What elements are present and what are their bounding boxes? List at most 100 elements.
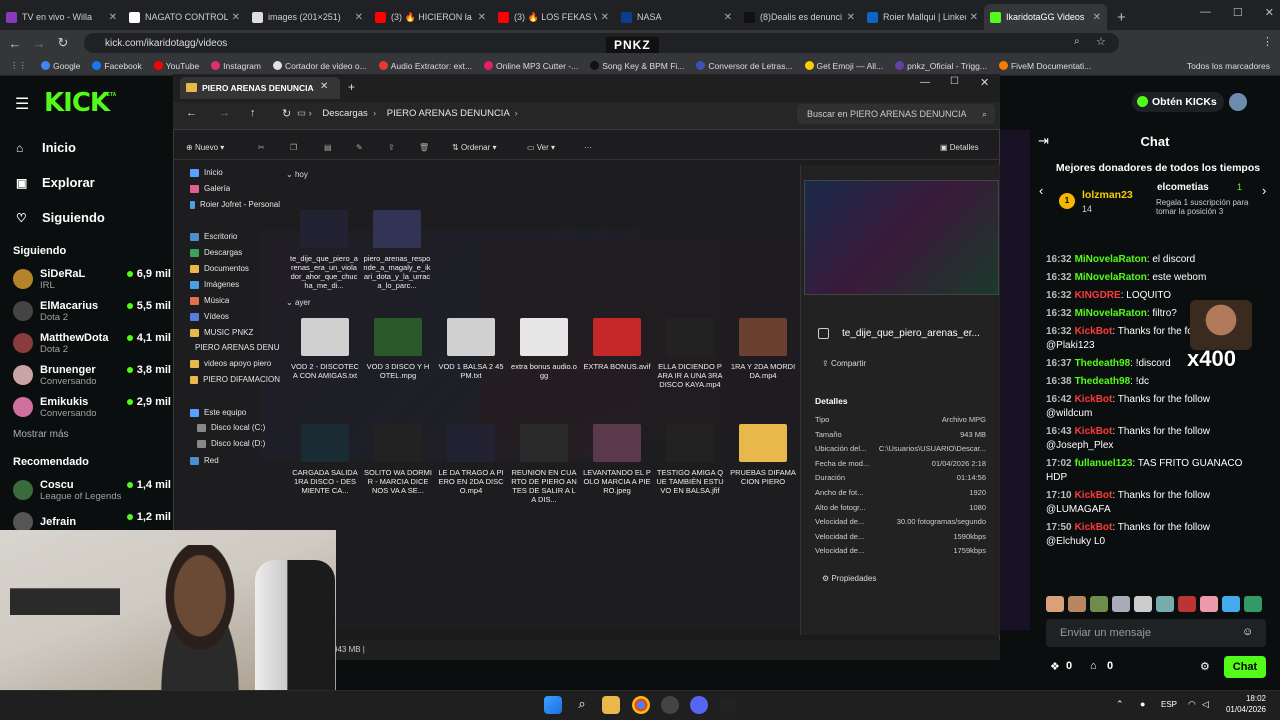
browser-tab[interactable]: (3) 🔥 LOS FEKAS VS ✕ xyxy=(492,4,615,30)
file-item[interactable]: piero_arenas_responde_a_magaly_e_ikari_d… xyxy=(363,210,431,290)
send-chat-button[interactable]: Chat xyxy=(1224,656,1266,678)
file-item[interactable]: extra bonus audio.ogg xyxy=(510,318,578,380)
nav-inicio[interactable]: ⌂ Inicio xyxy=(0,130,175,165)
message-user[interactable]: KickBot xyxy=(1075,490,1113,501)
sidebar-item[interactable]: videos apoyo piero xyxy=(190,359,271,368)
bookmark-item[interactable]: Audio Extractor: ext... xyxy=(378,61,472,71)
bookmark-item[interactable]: FiveM Documentati... xyxy=(998,61,1091,71)
tab-close-icon[interactable]: ✕ xyxy=(1093,12,1101,23)
message-user[interactable]: MiNovelaRaton xyxy=(1075,254,1147,265)
channel-item[interactable]: Brunenger Conversando 3,8 mil xyxy=(0,359,175,391)
channel-item[interactable]: Coscu League of Legends 1,4 mil xyxy=(0,474,175,506)
sidebar-item[interactable]: MUSIC PNKZ xyxy=(190,328,253,337)
tab-close-icon[interactable]: ✕ xyxy=(847,12,855,23)
copy-icon[interactable]: ❐ xyxy=(290,143,297,152)
group-yesterday[interactable]: ⌄ ayer xyxy=(286,298,311,307)
file-explorer-taskbar-icon[interactable] xyxy=(602,696,620,714)
browser-tab[interactable]: NAGATO CONTROLA ✕ xyxy=(123,4,246,30)
tab-close-icon[interactable]: ✕ xyxy=(355,12,363,23)
bookmark-item[interactable]: Google xyxy=(41,61,80,71)
file-item[interactable]: CARGADA SALIDA 1RA DISCO - DESMIENTE CA.… xyxy=(291,424,359,495)
sidebar-item[interactable]: Galería xyxy=(190,184,230,193)
back-icon[interactable]: ← xyxy=(3,36,27,51)
bookmark-star-icon[interactable]: ☆ xyxy=(1096,35,1106,48)
browser-tab[interactable]: TV en vivo - Willa ✕ xyxy=(0,4,123,30)
file-item[interactable]: VOD 3 DISCO Y HOTEL.mpg xyxy=(364,318,432,380)
sidebar-item[interactable]: Este equipo xyxy=(190,408,246,417)
explorer-forward-icon[interactable]: → xyxy=(219,107,230,119)
bookmark-item[interactable]: pnkz_Oficial - Trigg... xyxy=(895,61,987,71)
discord-taskbar-icon[interactable] xyxy=(690,696,708,714)
share-button[interactable]: ⇪ Compartir xyxy=(822,359,866,368)
close-tab-icon[interactable]: ✕ xyxy=(320,81,328,92)
explorer-back-icon[interactable]: ← xyxy=(186,107,197,119)
browser-tab[interactable]: NASA ✕ xyxy=(615,4,738,30)
view-button[interactable]: ▭ Ver ▾ xyxy=(527,143,555,152)
tab-close-icon[interactable]: ✕ xyxy=(232,12,240,23)
emoji-picker-icon[interactable]: ☺ xyxy=(1242,626,1253,638)
file-item[interactable]: EXTRA BONUS.avif xyxy=(583,318,651,371)
cut-icon[interactable]: ✂ xyxy=(258,143,265,152)
tab-close-icon[interactable]: ✕ xyxy=(601,12,609,23)
explorer-search-input[interactable]: Buscar en PIERO ARENAS DENUNCIA ⌕ xyxy=(797,104,995,124)
nav-siguiendo[interactable]: ♡ Siguiendo xyxy=(0,200,175,235)
new-button[interactable]: ⊕ Nuevo ▾ xyxy=(186,143,224,152)
message-user[interactable]: Thedeath98 xyxy=(1075,376,1131,387)
close-icon[interactable]: ✕ xyxy=(1265,6,1274,19)
sidebar-item[interactable]: PIERO DIFAMACION xyxy=(190,375,280,384)
new-tab-button[interactable]: + xyxy=(1107,9,1136,30)
emote-icon[interactable] xyxy=(1090,596,1108,612)
tab-close-icon[interactable]: ✕ xyxy=(109,12,117,23)
nav-explorar[interactable]: ▣ Explorar xyxy=(0,165,175,200)
emote-icon[interactable] xyxy=(1222,596,1240,612)
reload-icon[interactable]: ↻ xyxy=(51,35,75,51)
file-item[interactable]: PRUEBAS DIFAMACION PIERO xyxy=(729,424,797,486)
sidebar-item[interactable]: Roier Jofret - Personal xyxy=(190,200,280,209)
chat-input[interactable]: Enviar un mensaje xyxy=(1046,619,1266,647)
browser-tab[interactable]: (8)Dealis es denunci ✕ xyxy=(738,4,861,30)
bookmark-item[interactable]: Song Key & BPM Fi... xyxy=(590,61,684,71)
start-menu-icon[interactable] xyxy=(544,696,562,714)
file-item[interactable]: LE DA TRAGO A PIERO EN 2DA DISCO.mp4 xyxy=(437,424,505,495)
channel-item[interactable]: SiDeRaL IRL 6,9 mil xyxy=(0,263,175,295)
file-item[interactable]: VOD 2 - DISCOTECA CON AMIGAS.txt xyxy=(291,318,359,380)
forward-icon[interactable]: → xyxy=(27,36,51,51)
sidebar-item[interactable]: Descargas xyxy=(190,248,242,257)
message-user[interactable]: MiNovelaRaton xyxy=(1075,272,1147,283)
file-item[interactable]: ELLA DICIENDO PARA IR A UNA 3RA DISCO KA… xyxy=(656,318,724,389)
sidebar-item[interactable]: Disco local (C:) xyxy=(197,423,265,432)
channel-item[interactable]: ElMacarius Dota 2 5,5 mil xyxy=(0,295,175,327)
sidebar-item[interactable]: Música xyxy=(190,296,229,305)
chrome-taskbar-icon[interactable] xyxy=(632,696,650,714)
sort-button[interactable]: ⇅ Ordenar ▾ xyxy=(452,143,497,152)
obs-taskbar-icon[interactable] xyxy=(661,696,679,714)
show-more-link[interactable]: Mostrar más xyxy=(0,423,175,446)
taskbar-search-icon[interactable]: ⌕ xyxy=(573,696,591,714)
rename-icon[interactable]: ✎ xyxy=(356,143,363,152)
bookmark-item[interactable]: Facebook xyxy=(92,61,142,71)
tab-close-icon[interactable]: ✕ xyxy=(970,12,978,23)
paste-icon[interactable]: ▤ xyxy=(324,143,332,152)
next-donor-icon[interactable]: › xyxy=(1262,183,1266,198)
delete-icon[interactable]: 🗑 xyxy=(419,143,429,152)
breadcrumb-downloads[interactable]: Descargas xyxy=(322,108,367,119)
group-today[interactable]: ⌄ hoy xyxy=(286,170,308,179)
tray-chevron-icon[interactable]: ⌃ xyxy=(1116,699,1124,710)
message-user[interactable]: fullanuel123 xyxy=(1075,458,1133,469)
bookmark-item[interactable]: Conversor de Letras... xyxy=(696,61,793,71)
sidebar-item[interactable]: Escritorio xyxy=(190,232,237,241)
gift-icon[interactable]: ⌂ xyxy=(1090,660,1097,672)
apps-icon[interactable]: ⋮⋮ xyxy=(10,60,27,71)
browser-tab[interactable]: (3) 🔥 HICIERON la V ✕ xyxy=(369,4,492,30)
emote-icon[interactable] xyxy=(1112,596,1130,612)
clock[interactable]: 18:02 01/04/2026 xyxy=(1226,693,1266,715)
bookmark-item[interactable]: Instagram xyxy=(211,61,261,71)
emote-icon[interactable] xyxy=(1178,596,1196,612)
channel-item[interactable]: Emikukis Conversando 2,9 mil xyxy=(0,391,175,423)
media-player-taskbar-icon[interactable] xyxy=(719,696,737,714)
message-user[interactable]: KickBot xyxy=(1075,394,1113,405)
explorer-tab[interactable]: PIERO ARENAS DENUNCIA xyxy=(180,77,340,99)
user-avatar[interactable] xyxy=(1229,93,1247,111)
points-icon[interactable]: ❖ xyxy=(1050,660,1060,673)
emote-icon[interactable] xyxy=(1200,596,1218,612)
